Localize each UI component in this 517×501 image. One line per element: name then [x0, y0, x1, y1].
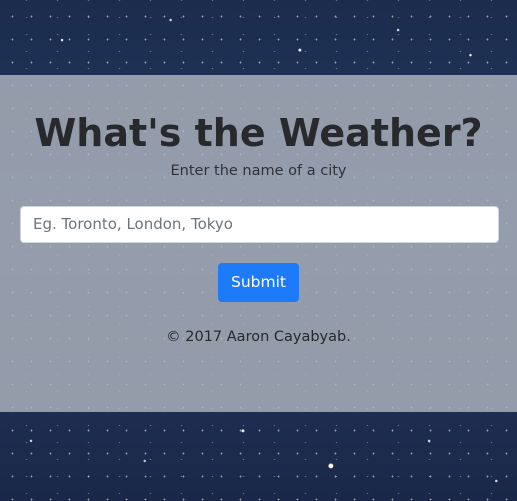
city-search-wrapper — [20, 205, 499, 243]
footer-copyright: © 2017 Aaron Cayabyab. — [166, 328, 351, 345]
city-search-input[interactable] — [20, 205, 499, 243]
submit-button[interactable]: Submit — [218, 262, 299, 302]
page-subtitle: Enter the name of a city — [170, 162, 347, 179]
weather-form-panel: What's the Weather? Enter the name of a … — [0, 75, 517, 412]
page-title: What's the Weather? — [34, 111, 483, 155]
